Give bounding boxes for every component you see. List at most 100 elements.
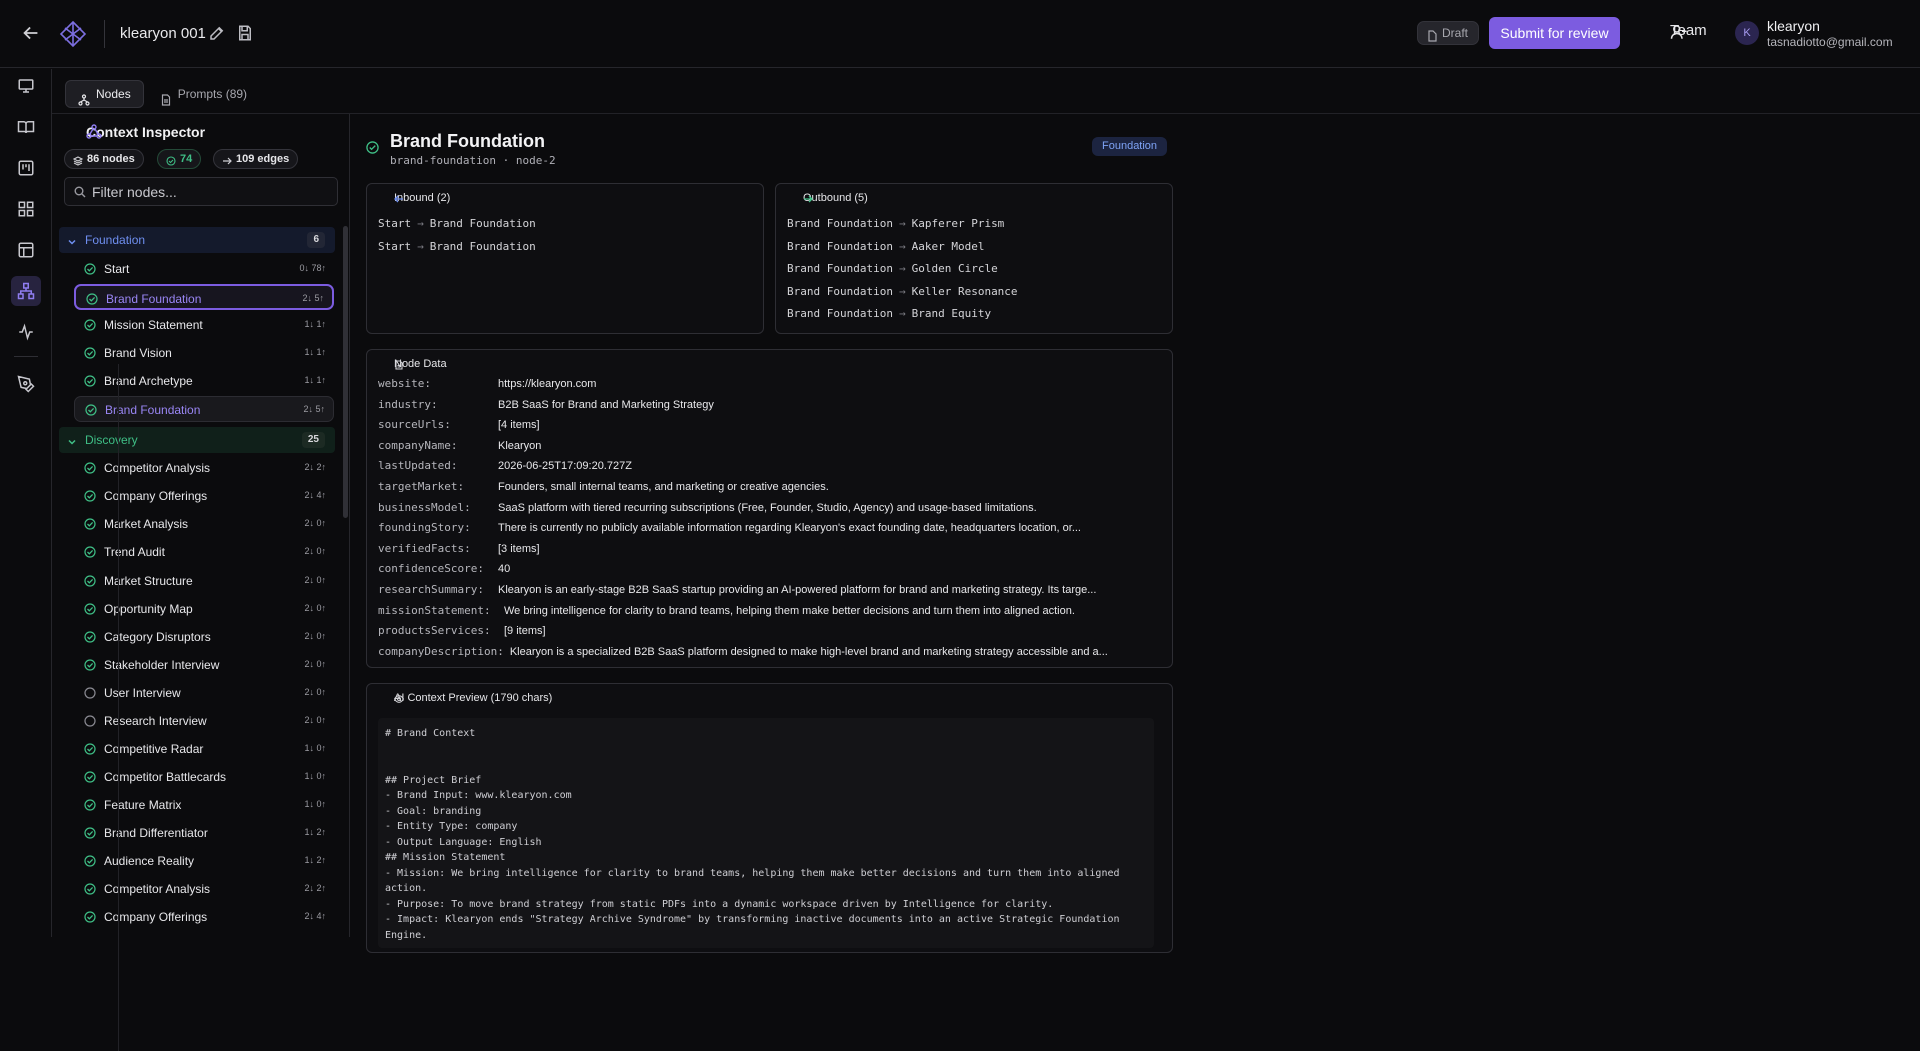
data-row: foundingStory: There is currently no publ… (378, 521, 1081, 537)
data-key: lastUpdated: (378, 459, 458, 473)
node-item[interactable]: Research Interview 2↓ 0↑ (74, 708, 334, 734)
node-item[interactable]: Opportunity Map 2↓ 0↑ (74, 596, 334, 622)
node-item[interactable]: Competitor Battlecards 1↓ 0↑ (74, 764, 334, 790)
context-inspector-panel: Context Inspector 86 nodes 74 109 edges … (52, 114, 350, 1051)
node-item[interactable]: Brand Archetype 1↓ 1↑ (74, 368, 334, 394)
edge-row[interactable]: Start → Brand Foundation (378, 240, 536, 253)
nodes-icon (78, 89, 90, 106)
app-logo-icon[interactable] (58, 19, 88, 49)
avatar[interactable]: K (1735, 21, 1759, 45)
group-name: Discovery (85, 432, 138, 447)
node-name: Competitor Battlecards (104, 769, 227, 784)
node-name: Start (104, 261, 130, 276)
check-circle-icon (84, 827, 96, 839)
node-item[interactable]: Brand Differentiator 1↓ 2↑ (74, 820, 334, 846)
book-icon[interactable] (11, 112, 41, 142)
submit-for-review-button[interactable]: Submit for review (1489, 17, 1620, 49)
node-item[interactable]: Competitor Analysis 2↓ 2↑ (74, 876, 334, 902)
check-circle-icon (84, 375, 96, 387)
presentation-icon[interactable] (11, 71, 41, 101)
rail-divider (14, 356, 38, 357)
node-name: Feature Matrix (104, 797, 182, 812)
back-arrow-icon[interactable] (20, 22, 42, 44)
node-edge-counts: 2↓ 5↑ (302, 292, 324, 303)
inbound-card: Inbound (2) Start → Brand Foundation Start →… (366, 183, 764, 334)
grid-icon[interactable] (11, 194, 41, 224)
check-circle-icon (84, 347, 96, 359)
arrow-right-icon: → (898, 307, 906, 320)
node-name: Mission Statement (104, 317, 203, 332)
node-item[interactable]: Company Offerings 2↓ 4↑ (74, 904, 334, 930)
group-header-foundation[interactable]: Foundation 6 (59, 227, 335, 253)
node-item[interactable]: Audience Reality 1↓ 2↑ (74, 848, 334, 874)
node-item[interactable]: Competitive Radar 1↓ 0↑ (74, 736, 334, 762)
check-circle-icon (84, 263, 96, 275)
data-row: targetMarket: Founders, small internal te… (378, 480, 829, 496)
tab-nodes[interactable]: Nodes (65, 80, 144, 108)
group-count-badge: 6 (307, 232, 325, 248)
node-edge-counts: 1↓ 1↑ (304, 346, 326, 357)
node-item[interactable]: Company Offerings 2↓ 4↑ (74, 483, 334, 509)
node-edge-counts: 2↓ 0↑ (304, 658, 326, 669)
edge-row[interactable]: Brand Foundation → Keller Resonance (787, 285, 1018, 298)
node-name: Stakeholder Interview (104, 657, 220, 672)
pencil-icon[interactable] (208, 24, 226, 42)
data-value: Founders, small internal teams, and mark… (498, 481, 829, 493)
node-item[interactable]: Brand Vision 1↓ 1↑ (74, 340, 334, 366)
node-edge-counts: 2↓ 4↑ (304, 911, 326, 922)
pen-tool-icon[interactable] (11, 369, 41, 399)
layout-icon[interactable] (11, 235, 41, 265)
filter-nodes-field[interactable] (64, 177, 338, 206)
node-item[interactable]: Brand Foundation 2↓ 5↑ (74, 283, 334, 310)
node-name: Category Disruptors (104, 629, 211, 644)
group-header-discovery[interactable]: Discovery 25 (59, 426, 335, 453)
tab-prompts[interactable]: Prompts (89) (148, 80, 259, 108)
group-name: Foundation (85, 233, 146, 247)
edge-row[interactable]: Brand Foundation → Kapferer Prism (787, 217, 1004, 230)
node-item[interactable]: Feature Matrix 1↓ 0↑ (74, 792, 334, 818)
node-item[interactable]: Market Structure 2↓ 0↑ (74, 568, 334, 594)
node-item[interactable]: User Interview 2↓ 0↑ (74, 680, 334, 706)
arrow-right-icon: → (898, 217, 906, 230)
edge-target: Aaker Model (911, 239, 985, 253)
kanban-icon[interactable] (11, 153, 41, 183)
edge-row[interactable]: Brand Foundation → Brand Equity (787, 307, 991, 320)
network-icon (86, 124, 102, 140)
team-button[interactable]: Team (1638, 22, 1707, 39)
data-key: researchSummary: (378, 583, 484, 596)
edge-source: Start (378, 217, 412, 230)
data-value: [3 items] (498, 542, 540, 555)
node-subtitle: brand-foundation · node-2 (390, 154, 556, 167)
check-circle-icon (84, 518, 96, 530)
data-row: sourceUrls: [4 items] (378, 418, 540, 434)
check-circle-icon (84, 911, 96, 923)
node-edge-counts: 1↓ 1↑ (304, 318, 326, 329)
node-item[interactable]: Start 0↓ 78↑ (74, 256, 334, 282)
node-item[interactable]: Category Disruptors 2↓ 0↑ (74, 624, 334, 650)
edge-source: Brand Foundation (787, 217, 893, 230)
edge-source: Start (378, 239, 412, 253)
check-circle-icon (84, 799, 96, 811)
scrollbar[interactable] (343, 226, 348, 518)
activity-icon[interactable] (11, 317, 41, 347)
node-edge-counts: 2↓ 0↑ (304, 518, 326, 529)
node-item[interactable]: Brand Foundation 2↓ 5↑ (74, 395, 334, 422)
completed-count-badge: 74 (157, 149, 202, 169)
check-circle-icon (84, 490, 96, 502)
node-item[interactable]: Trend Audit 2↓ 0↑ (74, 539, 334, 565)
filter-nodes-input[interactable] (92, 178, 332, 205)
check-circle-icon (166, 154, 176, 166)
edge-row[interactable]: Brand Foundation → Aaker Model (787, 240, 984, 253)
node-item[interactable]: Mission Statement 1↓ 1↑ (74, 312, 334, 338)
node-item[interactable]: Market Analysis 2↓ 0↑ (74, 511, 334, 537)
search-icon (74, 186, 86, 198)
network-icon[interactable] (11, 276, 41, 306)
edge-row[interactable]: Brand Foundation → Golden Circle (787, 262, 998, 275)
save-icon[interactable] (236, 24, 254, 42)
check-circle-icon (84, 855, 96, 867)
edge-row[interactable]: Start → Brand Foundation (378, 217, 536, 230)
node-item[interactable]: Stakeholder Interview 2↓ 0↑ (74, 652, 334, 678)
edge-source: Brand Foundation (787, 307, 893, 320)
node-name: Research Interview (104, 713, 207, 728)
node-item[interactable]: Competitor Analysis 2↓ 2↑ (74, 455, 334, 481)
